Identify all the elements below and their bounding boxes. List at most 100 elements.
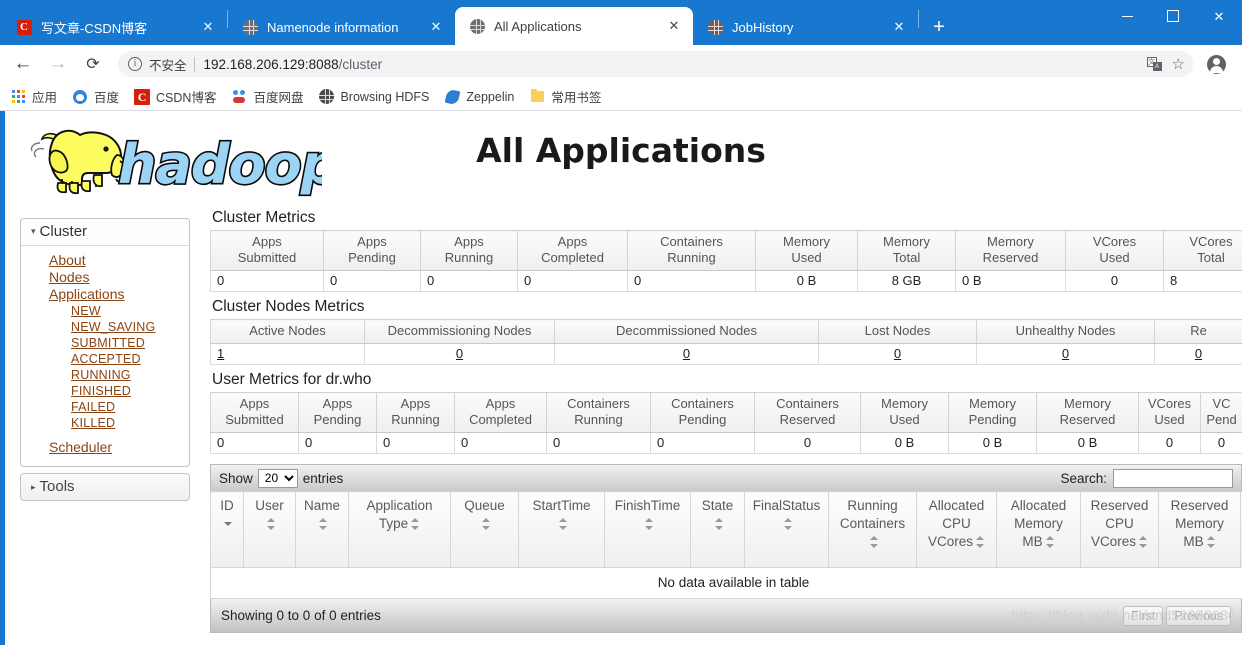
col-reserved-cpu-vcores[interactable]: Reserved CPU VCores <box>1080 491 1159 568</box>
new-tab-button[interactable]: + <box>925 13 953 41</box>
tab-close-icon[interactable]: ✕ <box>663 15 685 37</box>
sidebar-item-submitted[interactable]: SUBMITTED <box>21 335 189 351</box>
col-finishtime[interactable]: FinishTime <box>604 491 691 568</box>
bookmark-label: Zeppelin <box>466 89 515 104</box>
sort-icon[interactable] <box>976 535 985 549</box>
forward-icon[interactable]: → <box>44 50 72 78</box>
maximize-button[interactable] <box>1150 0 1196 32</box>
col-queue[interactable]: Queue <box>450 491 519 568</box>
sidebar-item-applications[interactable]: Applications <box>21 286 189 303</box>
bookmark-baidu-pan[interactable]: 百度网盘 <box>231 87 303 106</box>
col-id[interactable]: ID <box>210 491 244 568</box>
bookmark-star-icon[interactable]: ☆ <box>1172 57 1185 72</box>
bookmark-apps[interactable]: 应用 <box>10 87 57 106</box>
cell-apps-pending: 0 <box>323 270 421 292</box>
column-label: FinishTime <box>614 498 681 513</box>
sort-icon[interactable] <box>869 535 879 549</box>
sidebar-item-finished[interactable]: FINISHED <box>21 383 189 399</box>
col-starttime[interactable]: StartTime <box>518 491 605 568</box>
sidebar-item-accepted[interactable]: ACCEPTED <box>21 351 189 367</box>
sort-icon[interactable] <box>266 517 276 531</box>
cell-apps-submitted: 0 <box>210 270 324 292</box>
cluster-panel-header[interactable]: ▾ Cluster <box>21 219 189 246</box>
cluster-metrics-table: Apps Submitted Apps Pending Apps Running Ap… <box>210 230 1242 292</box>
tab-close-icon[interactable]: ✕ <box>425 16 447 38</box>
sort-icon[interactable] <box>714 517 724 531</box>
column-label: StartTime <box>532 498 591 513</box>
unhealthy-nodes-link[interactable]: 0 <box>1062 346 1069 361</box>
col-reserved-memory-mb[interactable]: Reserved Memory MB <box>1158 491 1241 568</box>
browser-titlebar: C 写文章-CSDN博客 ✕ Namenode information ✕ Al… <box>0 0 1242 45</box>
active-nodes-link[interactable]: 1 <box>217 346 224 361</box>
bookmark-common[interactable]: 常用书签 <box>529 87 601 106</box>
sidebar-item-about[interactable]: About <box>21 252 189 269</box>
bookmark-label: CSDN博客 <box>156 91 217 105</box>
sort-icon[interactable] <box>319 517 328 531</box>
sidebar-item-nodes[interactable]: Nodes <box>21 269 189 286</box>
user-metrics-table: Apps Submitted Apps Pending Apps Running Ap… <box>210 392 1242 454</box>
tab-close-icon[interactable]: ✕ <box>197 16 219 38</box>
sort-icon[interactable] <box>558 517 568 531</box>
tab-jobhistory[interactable]: JobHistory ✕ <box>693 9 918 45</box>
sort-icon[interactable] <box>1206 535 1216 549</box>
sidebar-item-scheduler[interactable]: Scheduler <box>21 439 189 456</box>
lost-nodes-link[interactable]: 0 <box>894 346 901 361</box>
sort-desc-icon[interactable] <box>224 517 233 531</box>
cell-user-memory-pending: 0 B <box>948 432 1037 454</box>
sidebar-item-running[interactable]: RUNNING <box>21 367 189 383</box>
address-bar[interactable]: i 不安全 192.168.206.129:8088/cluster 文A ☆ <box>118 51 1193 77</box>
sort-icon[interactable] <box>644 517 654 531</box>
decommissioning-nodes-link[interactable]: 0 <box>456 346 463 361</box>
sidebar-item-new-saving[interactable]: NEW_SAVING <box>21 319 189 335</box>
sidebar-item-new[interactable]: NEW <box>21 303 189 319</box>
security-label: 不安全 <box>149 58 187 73</box>
tools-panel[interactable]: ▸ Tools <box>20 473 190 501</box>
bookmark-zeppelin[interactable]: Zeppelin <box>444 88 515 105</box>
sort-icon[interactable] <box>1139 535 1148 549</box>
site-info-icon[interactable]: i <box>128 57 142 71</box>
show-label: Show <box>219 470 253 486</box>
baidu-icon <box>72 89 88 105</box>
tab-csdn[interactable]: C 写文章-CSDN博客 ✕ <box>2 9 227 45</box>
col-state[interactable]: State <box>690 491 745 568</box>
bookmark-csdn[interactable]: C CSDN博客 <box>134 87 216 106</box>
col-user[interactable]: User <box>243 491 296 568</box>
rebooted-nodes-link[interactable]: 0 <box>1195 346 1202 361</box>
sort-icon[interactable] <box>411 517 420 531</box>
sort-icon[interactable] <box>783 517 793 531</box>
minimize-button[interactable] <box>1104 0 1150 32</box>
search-input[interactable] <box>1113 468 1233 488</box>
tab-close-icon[interactable]: ✕ <box>888 16 910 38</box>
search-label: Search: <box>1060 470 1107 486</box>
sidebar-item-failed[interactable]: FAILED <box>21 399 189 415</box>
page-length-select[interactable]: 20 <box>257 468 298 488</box>
translate-icon[interactable]: 文A <box>1146 57 1162 71</box>
url-host: 192.168.206.129:8088 <box>203 56 339 72</box>
pagination-previous-button[interactable]: Previous <box>1166 605 1231 626</box>
tab-namenode-information[interactable]: Namenode information ✕ <box>228 9 455 45</box>
col-name[interactable]: Name <box>295 491 349 568</box>
sidebar-item-killed[interactable]: KILLED <box>21 415 189 431</box>
reload-icon[interactable]: ⟳ <box>79 50 107 78</box>
col-allocated-cpu-vcores[interactable]: Allocated CPU VCores <box>916 491 997 568</box>
col-finalstatus[interactable]: FinalStatus <box>744 491 829 568</box>
header-line1: Apps <box>239 396 270 411</box>
profile-avatar-icon[interactable] <box>1206 54 1226 74</box>
header-line1: Apps <box>400 396 431 411</box>
bookmark-browsing-hdfs[interactable]: Browsing HDFS <box>318 89 429 105</box>
col-running-containers[interactable]: Running Containers <box>828 491 917 568</box>
cell-user-apps-submitted: 0 <box>210 432 299 454</box>
pagination-first-button[interactable]: First <box>1123 605 1164 626</box>
sort-icon[interactable] <box>1045 535 1055 549</box>
decommissioned-nodes-link[interactable]: 0 <box>683 346 690 361</box>
col-application-type[interactable]: Application Type <box>348 491 451 568</box>
sort-icon[interactable] <box>481 517 491 531</box>
col-vcores-total: VCores Total <box>1163 230 1242 271</box>
close-window-button[interactable]: ✕ <box>1196 0 1242 32</box>
header-line2: Pend <box>1206 412 1237 427</box>
back-icon[interactable]: ← <box>9 50 37 78</box>
bookmark-baidu[interactable]: 百度 <box>72 87 119 106</box>
user-metrics-title: User Metrics for dr.who <box>212 371 372 388</box>
tab-all-applications[interactable]: All Applications ✕ <box>455 7 693 45</box>
col-allocated-memory-mb[interactable]: Allocated Memory MB <box>996 491 1081 568</box>
